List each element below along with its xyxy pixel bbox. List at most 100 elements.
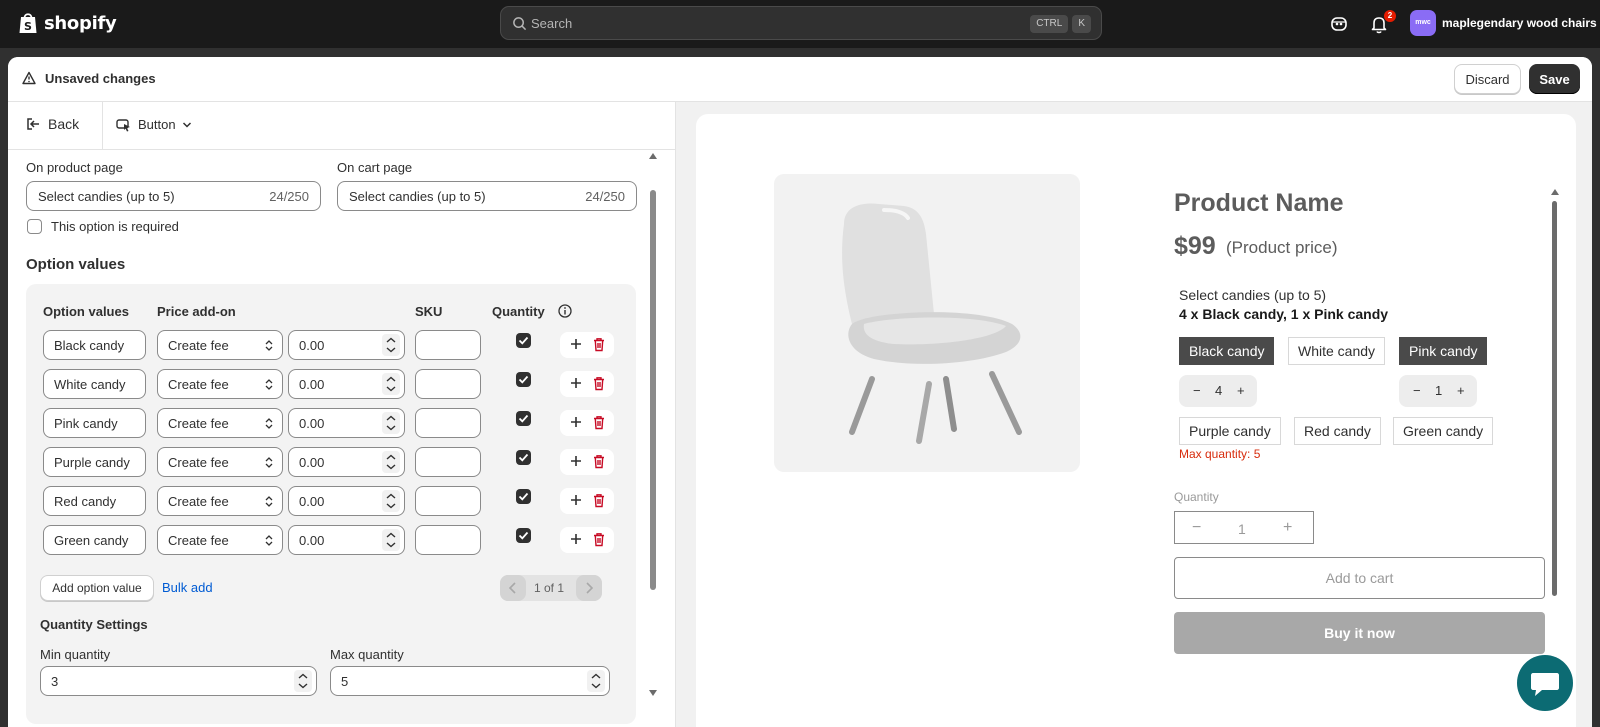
quantity-checkbox[interactable] [516,528,531,543]
chat-button[interactable] [1517,655,1573,711]
quantity-checkbox[interactable] [516,450,531,465]
required-label: This option is required [51,219,179,234]
back-button[interactable]: Back [26,116,79,132]
add-icon[interactable] [569,376,583,390]
buy-it-now-button[interactable]: Buy it now [1174,612,1545,654]
black-candy-qty-stepper[interactable]: − 4 + [1179,375,1257,407]
sku-input[interactable] [415,486,481,516]
price-input[interactable]: 0.00 [288,408,405,438]
price-input[interactable]: 0.00 [288,369,405,399]
sku-input[interactable] [415,408,481,438]
preview-scroll-up-icon[interactable] [1551,189,1559,195]
add-to-cart-button[interactable]: Add to cart [1174,557,1545,599]
chip-black-candy[interactable]: Black candy [1179,337,1275,365]
price-addon-select[interactable]: Create fee [157,408,283,438]
pink-candy-qty-stepper[interactable]: − 1 + [1399,375,1477,407]
price-stepper[interactable] [382,529,400,551]
delete-icon[interactable] [592,376,606,391]
sku-input[interactable] [415,525,481,555]
option-value-input[interactable]: Green candy [43,525,146,555]
scroll-up-arrow-icon[interactable] [649,153,657,159]
option-value-input[interactable]: White candy [43,369,146,399]
pink-qty-value: 1 [1435,383,1443,398]
max-quantity-stepper[interactable] [587,670,605,692]
add-icon[interactable] [569,337,583,351]
price-stepper[interactable] [382,451,400,473]
add-icon[interactable] [569,415,583,429]
option-value-input[interactable]: Purple candy [43,447,146,477]
cart-page-label: On cart page [337,160,413,175]
info-icon[interactable] [558,304,572,318]
add-icon[interactable] [569,532,583,546]
add-icon[interactable] [569,454,583,468]
delete-icon[interactable] [592,415,606,430]
prev-page-button[interactable] [500,575,526,601]
search-bar[interactable]: Search CTRL K [500,6,1102,40]
product-page-input[interactable]: Select candies (up to 5) 24/250 [26,181,321,211]
price-stepper[interactable] [382,412,400,434]
price-input[interactable]: 0.00 [288,330,405,360]
element-selector[interactable]: Button [116,117,192,132]
preview-scrollbar-thumb[interactable] [1552,201,1557,596]
element-selector-label: Button [138,117,176,132]
discard-button[interactable]: Discard [1454,64,1521,94]
price-input[interactable]: 0.00 [288,525,405,555]
chip-purple-candy[interactable]: Purple candy [1179,417,1281,445]
price-stepper[interactable] [382,334,400,356]
chip-pink-candy[interactable]: Pink candy [1399,337,1488,365]
add-option-value-button[interactable]: Add option value [40,575,154,601]
store-name[interactable]: maplegendary wood chairs [1442,16,1597,30]
delete-icon[interactable] [592,337,606,352]
price-addon-select[interactable]: Create fee [157,486,283,516]
option-value-input[interactable]: Black candy [43,330,146,360]
price-stepper[interactable] [382,490,400,512]
pink-qty-plus[interactable]: + [1457,383,1465,398]
store-avatar[interactable]: mwc [1410,10,1436,36]
preview-scrollbar[interactable] [1551,189,1559,609]
quantity-checkbox[interactable] [516,372,531,387]
black-qty-minus[interactable]: − [1193,383,1201,398]
sku-input[interactable] [415,330,481,360]
price-value: 0.00 [299,377,325,392]
delete-icon[interactable] [592,454,606,469]
quantity-minus[interactable]: − [1192,519,1201,537]
min-quantity-input[interactable]: 3 [40,666,317,696]
next-page-button[interactable] [576,575,602,601]
price-input[interactable]: 0.00 [288,486,405,516]
sidekick-icon[interactable] [1328,13,1350,35]
quantity-stepper[interactable]: − 1 + [1174,511,1314,544]
add-icon[interactable] [569,493,583,507]
black-qty-plus[interactable]: + [1237,383,1245,398]
sku-input[interactable] [415,447,481,477]
shopify-logo[interactable]: S shopify [18,11,117,35]
price-addon-select[interactable]: Create fee [157,525,283,555]
quantity-checkbox[interactable] [516,333,531,348]
min-quantity-stepper[interactable] [294,670,312,692]
price-addon-select[interactable]: Create fee [157,447,283,477]
editor-scrollbar[interactable] [648,150,658,727]
price-addon-select[interactable]: Create fee [157,330,283,360]
max-quantity-input[interactable]: 5 [330,666,610,696]
delete-icon[interactable] [592,532,606,547]
editor-scrollbar-thumb[interactable] [650,190,656,590]
chip-white-candy[interactable]: White candy [1288,337,1386,365]
quantity-plus[interactable]: + [1283,519,1292,537]
price-input[interactable]: 0.00 [288,447,405,477]
price-addon-select[interactable]: Create fee [157,369,283,399]
option-value-input[interactable]: Pink candy [43,408,146,438]
editor-scroll-area[interactable]: On product page Select candies (up to 5)… [8,150,676,727]
bulk-add-link[interactable]: Bulk add [162,580,213,595]
cart-page-input[interactable]: Select candies (up to 5) 24/250 [337,181,637,211]
quantity-checkbox[interactable] [516,489,531,504]
save-button[interactable]: Save [1529,64,1580,94]
delete-icon[interactable] [592,493,606,508]
quantity-checkbox[interactable] [516,411,531,426]
scroll-down-arrow-icon[interactable] [649,690,657,696]
chip-red-candy[interactable]: Red candy [1294,417,1381,445]
option-value-input[interactable]: Red candy [43,486,146,516]
required-checkbox[interactable] [27,219,42,234]
price-stepper[interactable] [382,373,400,395]
pink-qty-minus[interactable]: − [1413,383,1421,398]
sku-input[interactable] [415,369,481,399]
chip-green-candy[interactable]: Green candy [1393,417,1494,445]
